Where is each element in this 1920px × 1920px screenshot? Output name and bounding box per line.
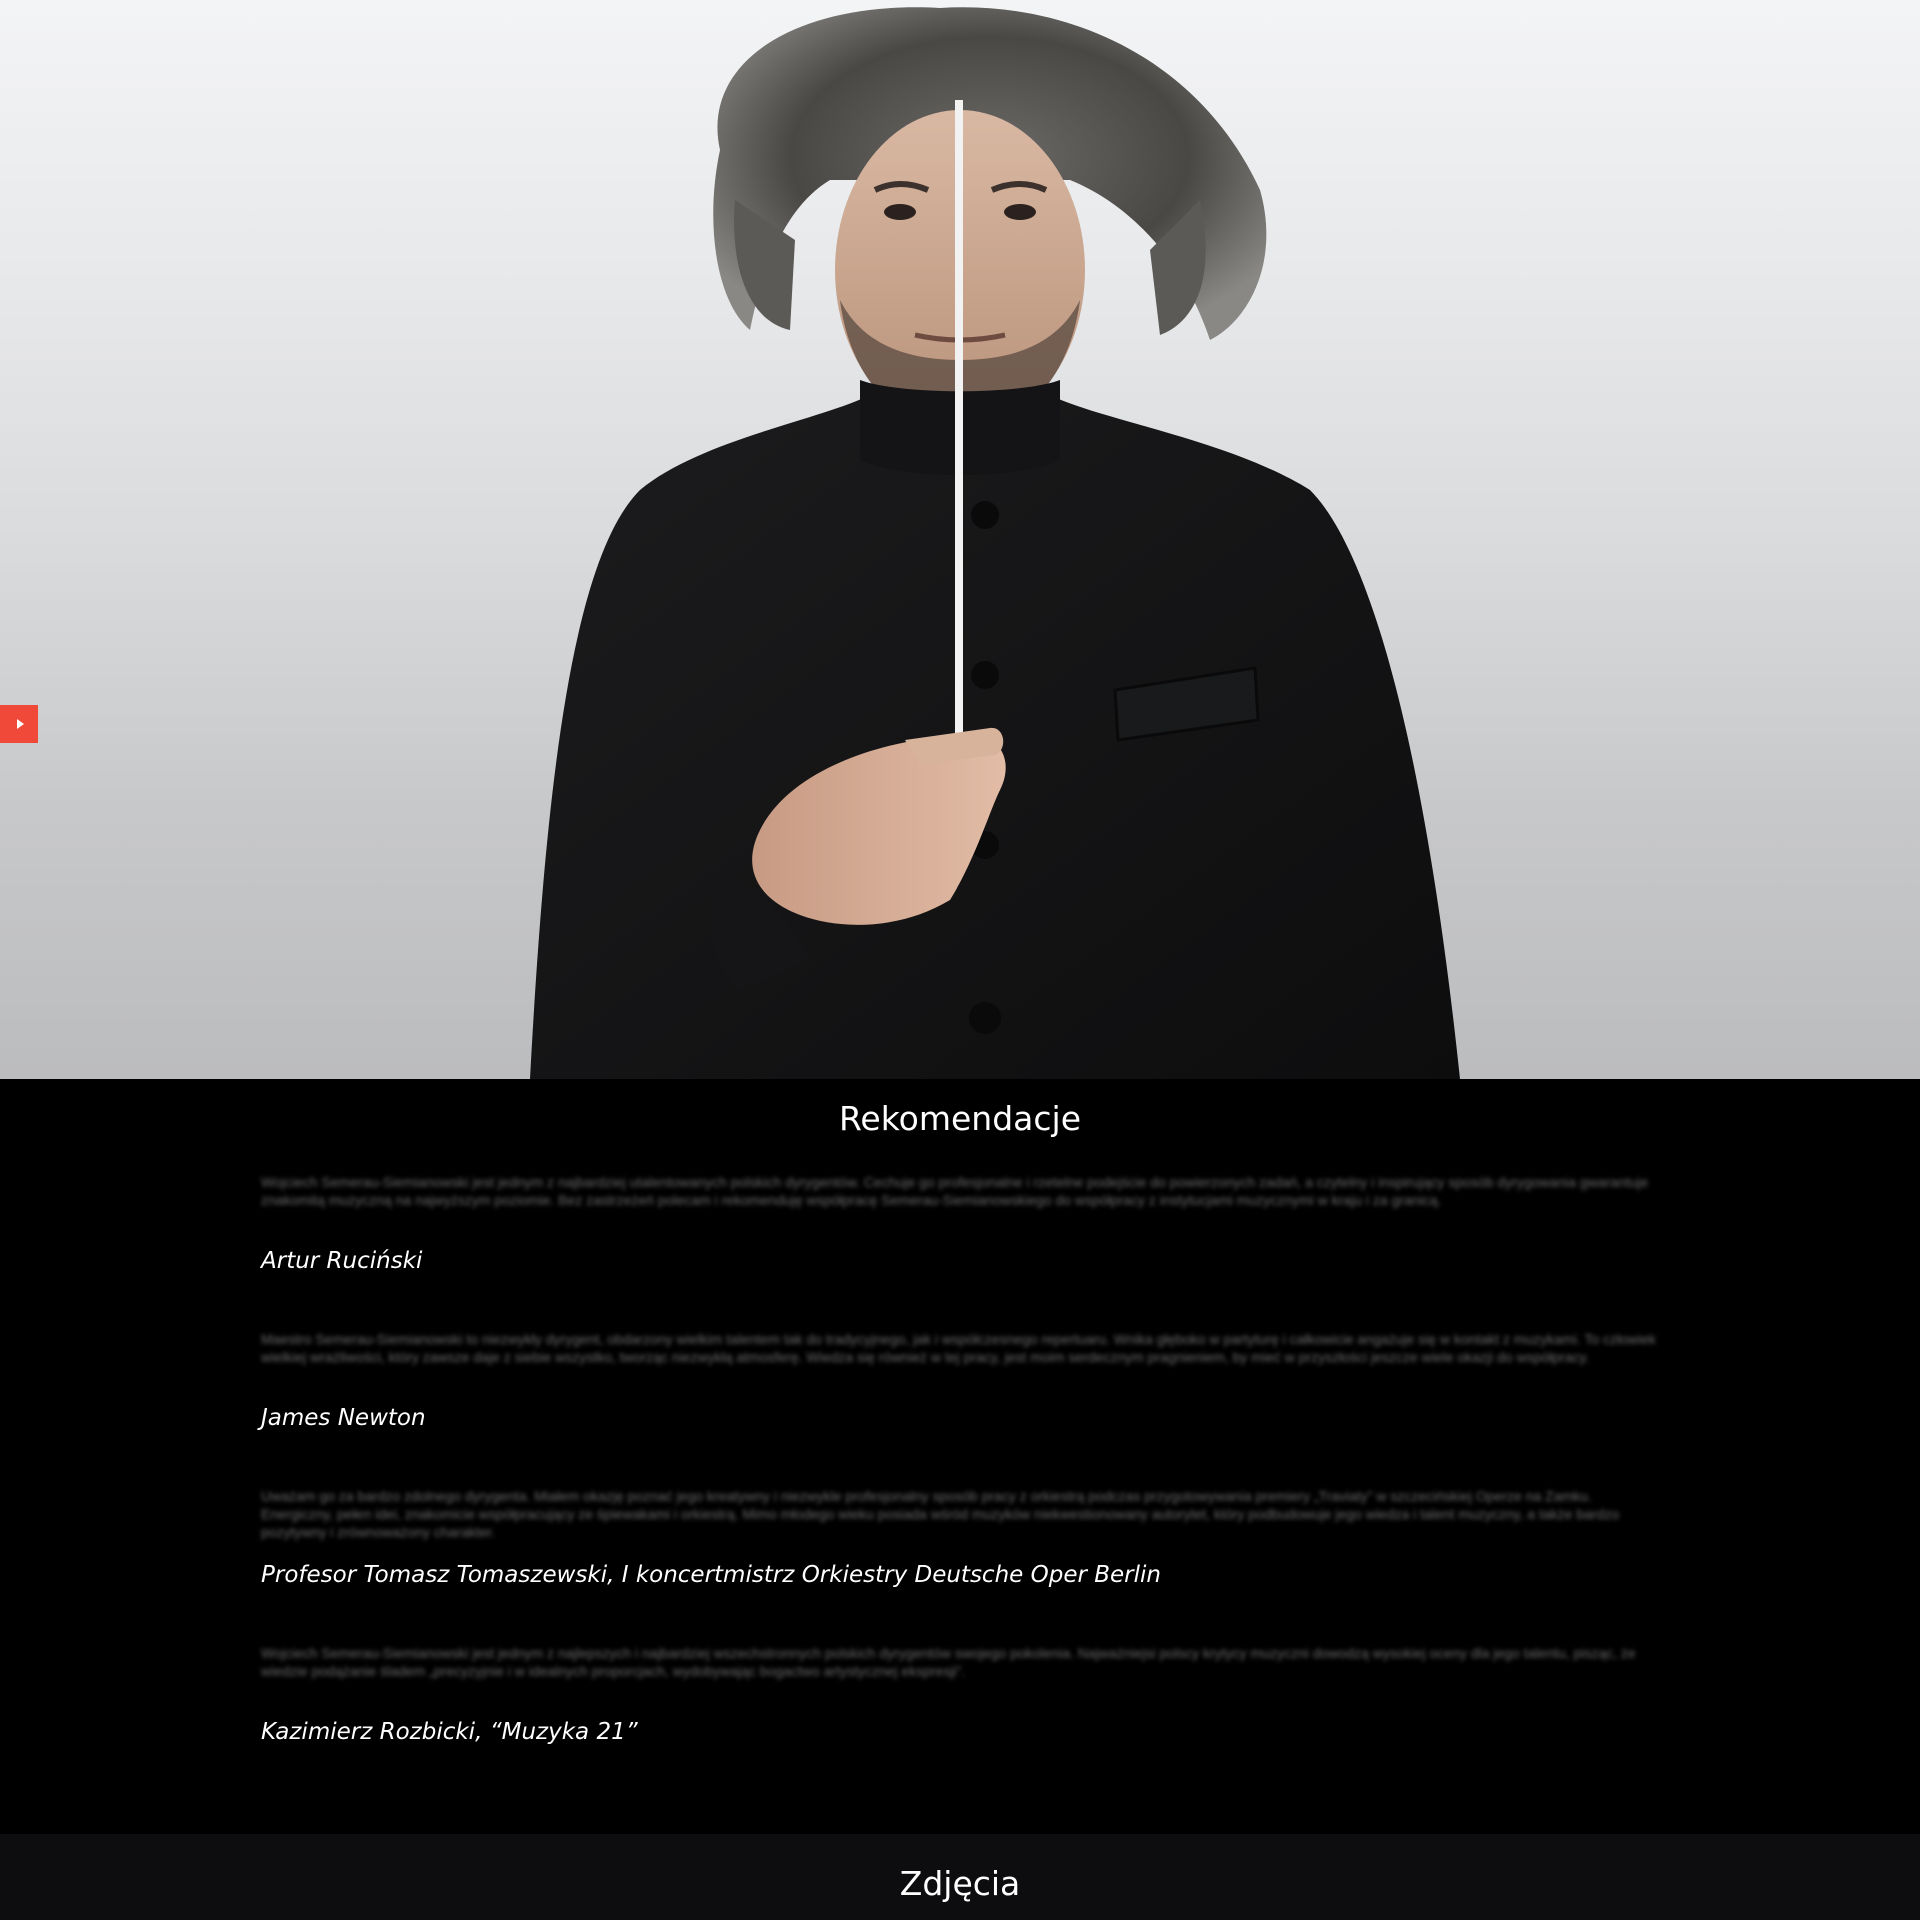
recommendation-author: Artur Ruciński <box>261 1248 423 1274</box>
recommendation-item: Wojciech Semerau-Siemianowski jest jedny… <box>261 1173 1661 1330</box>
recommendations-list: Wojciech Semerau-Siemianowski jest jedny… <box>261 1173 1661 1801</box>
recommendation-author: James Newton <box>261 1405 426 1431</box>
play-icon <box>16 719 24 729</box>
recommendation-quote: Wojciech Semerau-Siemianowski jest jedny… <box>261 1174 1649 1208</box>
side-tab-1[interactable] <box>0 705 38 743</box>
recommendation-author: Kazimierz Rozbicki, “Muzyka 21” <box>261 1719 638 1745</box>
page: Rekomendacje Wojciech Semerau-Siemianows… <box>0 0 1920 1920</box>
photos-title: Zdjęcia <box>899 1864 1021 1903</box>
recommendation-quote: Uważam go za bardzo zdolnego dyrygenta. … <box>261 1488 1620 1540</box>
recommendations-section: Rekomendacje Wojciech Semerau-Siemianows… <box>0 1079 1920 1834</box>
conductor-portrait-image <box>530 7 1460 1079</box>
hero-section <box>0 0 1920 1079</box>
recommendation-item: Uważam go za bardzo zdolnego dyrygenta. … <box>261 1487 1661 1644</box>
photos-section: Zdjęcia <box>0 1834 1920 1920</box>
recommendation-author: Profesor Tomasz Tomaszewski, I koncertmi… <box>261 1562 1161 1588</box>
recommendation-quote: Wojciech Semerau-Siemianowski jest jedny… <box>261 1645 1636 1679</box>
recommendation-item: Wojciech Semerau-Siemianowski jest jedny… <box>261 1644 1661 1801</box>
recommendations-title: Rekomendacje <box>838 1099 1082 1138</box>
recommendation-item: Maestro Semerau-Siemianowski to niezwykł… <box>261 1330 1661 1487</box>
recommendation-quote: Maestro Semerau-Siemianowski to niezwykł… <box>261 1331 1656 1365</box>
